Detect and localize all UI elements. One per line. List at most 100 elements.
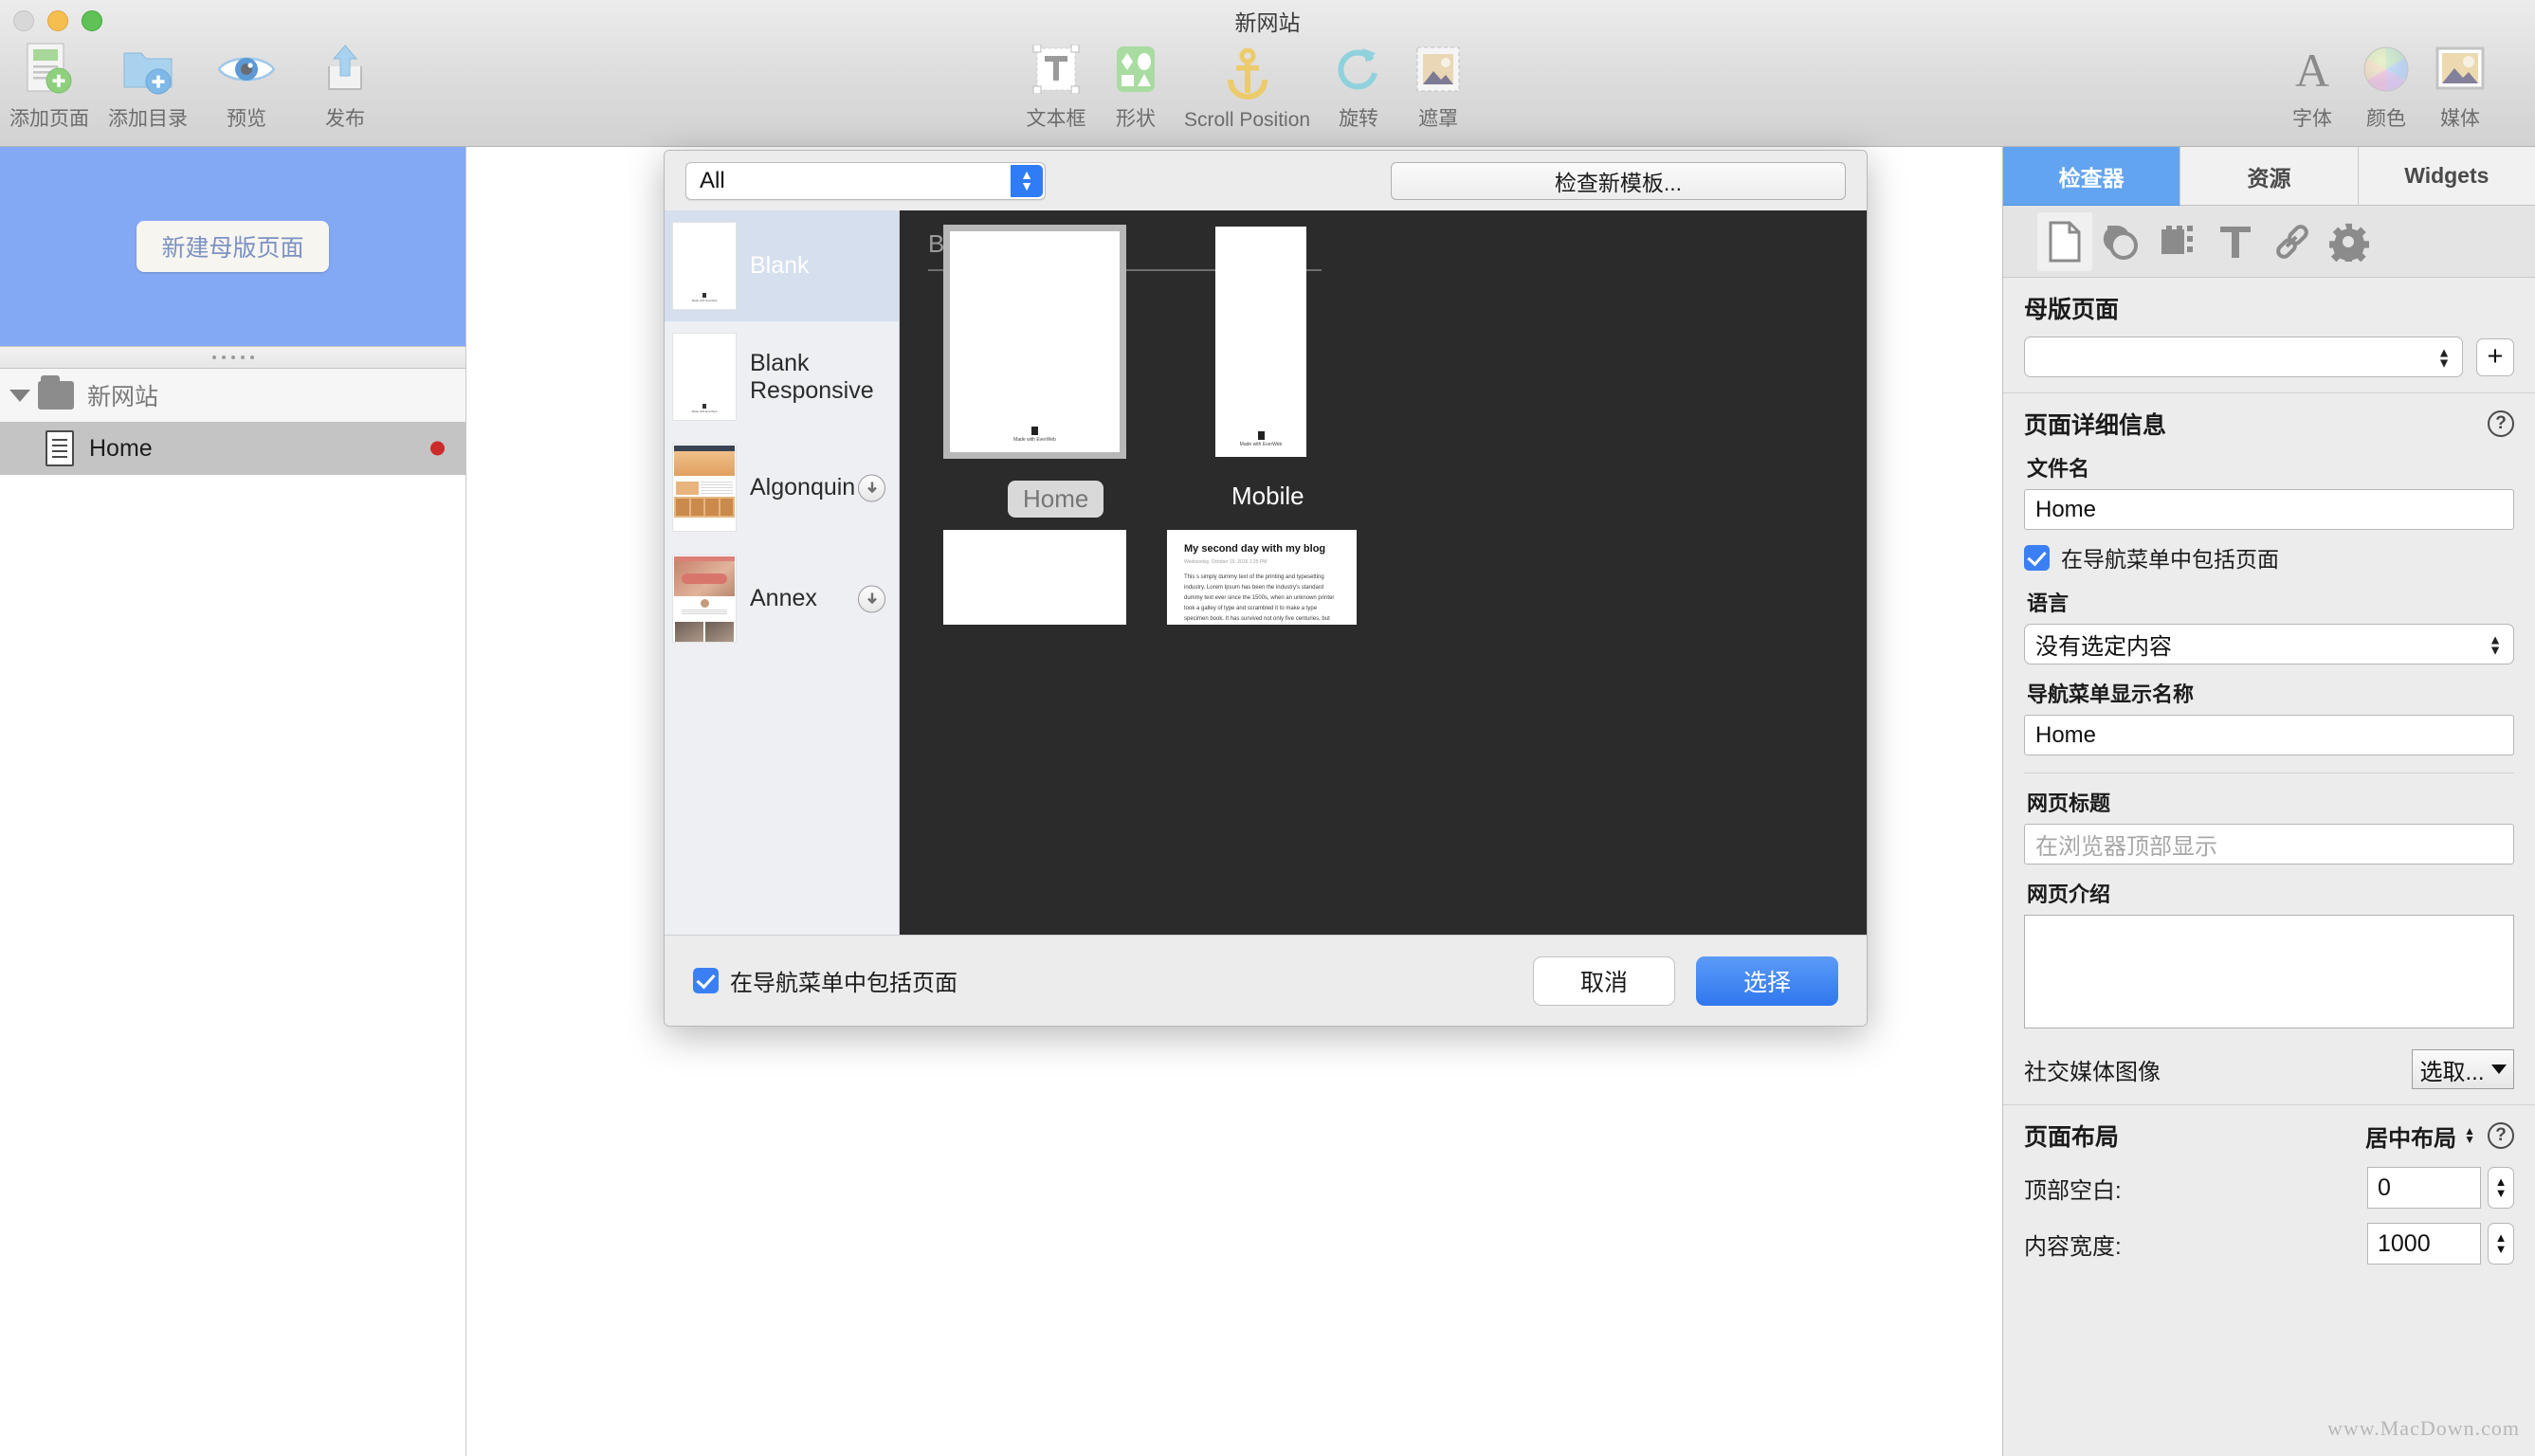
dialog-body: Made with EverWeb Blank Made with EverWe… xyxy=(665,210,1867,935)
page-title-input[interactable]: 在浏览器顶部显示 xyxy=(2024,824,2514,864)
rotate-icon xyxy=(1334,40,1383,99)
template-thumbnail: Made with EverWeb xyxy=(672,333,737,421)
tab-widgets[interactable]: Widgets xyxy=(2358,147,2535,206)
inspector-content[interactable]: 母版页面 ▲ ▼ + 页面详细信息 ? 文件名 Home 在导航菜单中包括页面 … xyxy=(2003,278,2535,1456)
cancel-button[interactable]: 取消 xyxy=(1533,956,1675,1006)
top-margin-input[interactable]: 0 xyxy=(2367,1167,2481,1209)
list-item[interactable]: Made with EverWeb Blank xyxy=(665,210,899,321)
scroll-position-label: Scroll Position xyxy=(1184,109,1311,131)
thumbnail-footer-mark: Made with EverWeb xyxy=(673,404,736,413)
preview-desktop-page[interactable]: Made with EverWeb xyxy=(943,225,1126,459)
master-page-select[interactable]: ▲ ▼ xyxy=(2024,337,2463,377)
inspector-tabs: 检查器 资源 Widgets xyxy=(2003,147,2535,206)
nav-display-input[interactable]: Home xyxy=(2024,715,2514,755)
preview-mobile-page[interactable]: Made with EverWeb xyxy=(1215,227,1306,457)
folder-icon xyxy=(38,375,74,410)
preview-eye-icon xyxy=(217,40,276,99)
text-icon[interactable] xyxy=(2208,212,2263,271)
media-button[interactable]: 媒体 xyxy=(2423,40,2497,132)
font-button[interactable]: A 字体 xyxy=(2275,40,2349,132)
shapes-icon xyxy=(1115,40,1157,99)
template-name: Blank xyxy=(750,252,810,279)
list-item[interactable]: Algonquin xyxy=(665,432,899,543)
content-width-input[interactable]: 1000 xyxy=(2367,1223,2481,1265)
master-page-dropzone[interactable]: 新建母版页面 xyxy=(0,147,465,346)
mask-button[interactable]: 遮罩 xyxy=(1398,40,1478,132)
link-icon[interactable] xyxy=(2265,212,2320,271)
chevron-down-icon[interactable] xyxy=(9,389,30,402)
media-label: 媒体 xyxy=(2440,108,2480,130)
filename-input[interactable]: Home xyxy=(2024,489,2514,530)
shapes-button[interactable]: 形状 xyxy=(1096,40,1176,132)
download-template-icon[interactable] xyxy=(858,585,885,612)
template-name: Annex xyxy=(750,585,817,611)
page-icon[interactable] xyxy=(2037,211,2092,271)
template-filter-dropdown[interactable]: All ▲ ▼ xyxy=(685,161,1046,200)
preview-page-footer: Made with EverWeb xyxy=(950,427,1120,443)
help-icon[interactable]: ? xyxy=(2488,410,2514,437)
right-inspector-panel: 检查器 资源 Widgets 母版页面 ▲ ▼ + 页面详细信息 ? 文件名 H… xyxy=(2002,147,2535,1456)
shape-icon[interactable] xyxy=(2094,212,2149,271)
preview-button[interactable]: 预览 xyxy=(197,40,296,132)
publish-label: 发布 xyxy=(325,108,365,130)
preview-mobile-blog-card[interactable]: My second day with my blog Wednesday, Oc… xyxy=(1167,530,1357,625)
add-master-page-button[interactable]: + xyxy=(2476,337,2514,376)
tab-assets[interactable]: 资源 xyxy=(2180,147,2359,206)
choose-button[interactable]: 选择 xyxy=(1696,956,1838,1006)
template-list[interactable]: Made with EverWeb Blank Made with EverWe… xyxy=(665,210,900,935)
page-desc-textarea[interactable] xyxy=(2024,915,2514,1028)
publish-button[interactable]: 发布 xyxy=(296,40,394,132)
text-box-icon xyxy=(1031,40,1081,99)
check-new-templates-button[interactable]: 检查新模板... xyxy=(1391,161,1846,200)
sidebar-splitter-handle[interactable] xyxy=(0,346,465,369)
include-in-nav-row[interactable]: 在导航菜单中包括页面 xyxy=(2024,541,2514,573)
toolbar-center-group: 文本框 形状 Scroll Position 旋转 遮罩 xyxy=(1016,40,1478,132)
anchor-icon xyxy=(1225,46,1270,104)
blog-card-body: This s simply dummy text of the printing… xyxy=(1184,574,1335,623)
new-master-page-button[interactable]: 新建母版页面 xyxy=(137,221,329,272)
page-layout-select[interactable]: 居中布局 ▲ ▼ xyxy=(2365,1119,2475,1153)
list-item[interactable]: Made with EverWeb Blank Responsive xyxy=(665,321,899,432)
shapes-label: 形状 xyxy=(1116,108,1156,130)
help-icon[interactable]: ? xyxy=(2488,1122,2514,1149)
download-template-icon[interactable] xyxy=(858,474,885,501)
preview-label: 预览 xyxy=(227,108,266,130)
text-box-button[interactable]: 文本框 xyxy=(1016,40,1096,132)
page-desc-label: 网页介绍 xyxy=(2027,883,2111,906)
template-preview-pane[interactable]: Blank Made with EverWeb Made with EverWe… xyxy=(900,210,1867,935)
top-margin-stepper[interactable]: ▲ ▼ xyxy=(2488,1167,2514,1209)
gear-icon[interactable] xyxy=(2322,212,2377,271)
include-in-nav-label: 在导航菜单中包括页面 xyxy=(2061,547,2279,572)
social-image-choose-button[interactable]: 选取... xyxy=(2412,1049,2514,1089)
section-divider xyxy=(2024,773,2514,774)
scroll-position-button[interactable]: Scroll Position xyxy=(1176,46,1319,132)
toolbar-left-group: 添加页面 添加目录 预览 发布 xyxy=(0,40,394,132)
tree-site-row[interactable]: 新网站 xyxy=(0,369,465,422)
add-page-button[interactable]: 添加页面 xyxy=(0,40,99,132)
add-folder-button[interactable]: 添加目录 xyxy=(99,40,197,132)
top-margin-label: 顶部空白: xyxy=(2024,1177,2122,1204)
sidebar-item-home[interactable]: Home xyxy=(0,422,465,475)
page-layout-value: 居中布局 xyxy=(2365,1125,2457,1152)
caret-down-icon xyxy=(2490,1065,2507,1074)
include-in-nav-checkbox[interactable] xyxy=(2024,544,2050,571)
language-value: 没有选定内容 xyxy=(2035,634,2172,660)
sidebar-item-label: Home xyxy=(89,434,153,462)
list-item[interactable]: Annex xyxy=(665,543,899,654)
unpublished-status-dot xyxy=(430,441,445,456)
mask-label: 遮罩 xyxy=(1418,108,1459,130)
social-image-row: 社交媒体图像 选取... xyxy=(2024,1049,2514,1089)
selection-icon[interactable] xyxy=(2151,212,2206,271)
left-sidebar: 新建母版页面 新网站 Home xyxy=(0,147,466,1456)
color-button[interactable]: 颜色 xyxy=(2349,40,2423,132)
include-in-nav-label: 在导航菜单中包括页面 xyxy=(730,971,957,996)
preview-desktop-page-2[interactable] xyxy=(943,530,1126,625)
language-select[interactable]: 没有选定内容 ▲ ▼ xyxy=(2024,624,2514,664)
tab-inspector[interactable]: 检查器 xyxy=(2003,147,2181,206)
content-width-row: 内容宽度: 1000 ▲ ▼ xyxy=(2024,1223,2514,1265)
rotate-button[interactable]: 旋转 xyxy=(1319,40,1398,132)
content-width-stepper[interactable]: ▲ ▼ xyxy=(2488,1223,2514,1265)
dialog-toolbar: All ▲ ▼ 检查新模板... xyxy=(665,151,1867,210)
include-in-nav-checkbox[interactable] xyxy=(693,968,719,993)
window-title: 新网站 xyxy=(1234,10,1301,35)
